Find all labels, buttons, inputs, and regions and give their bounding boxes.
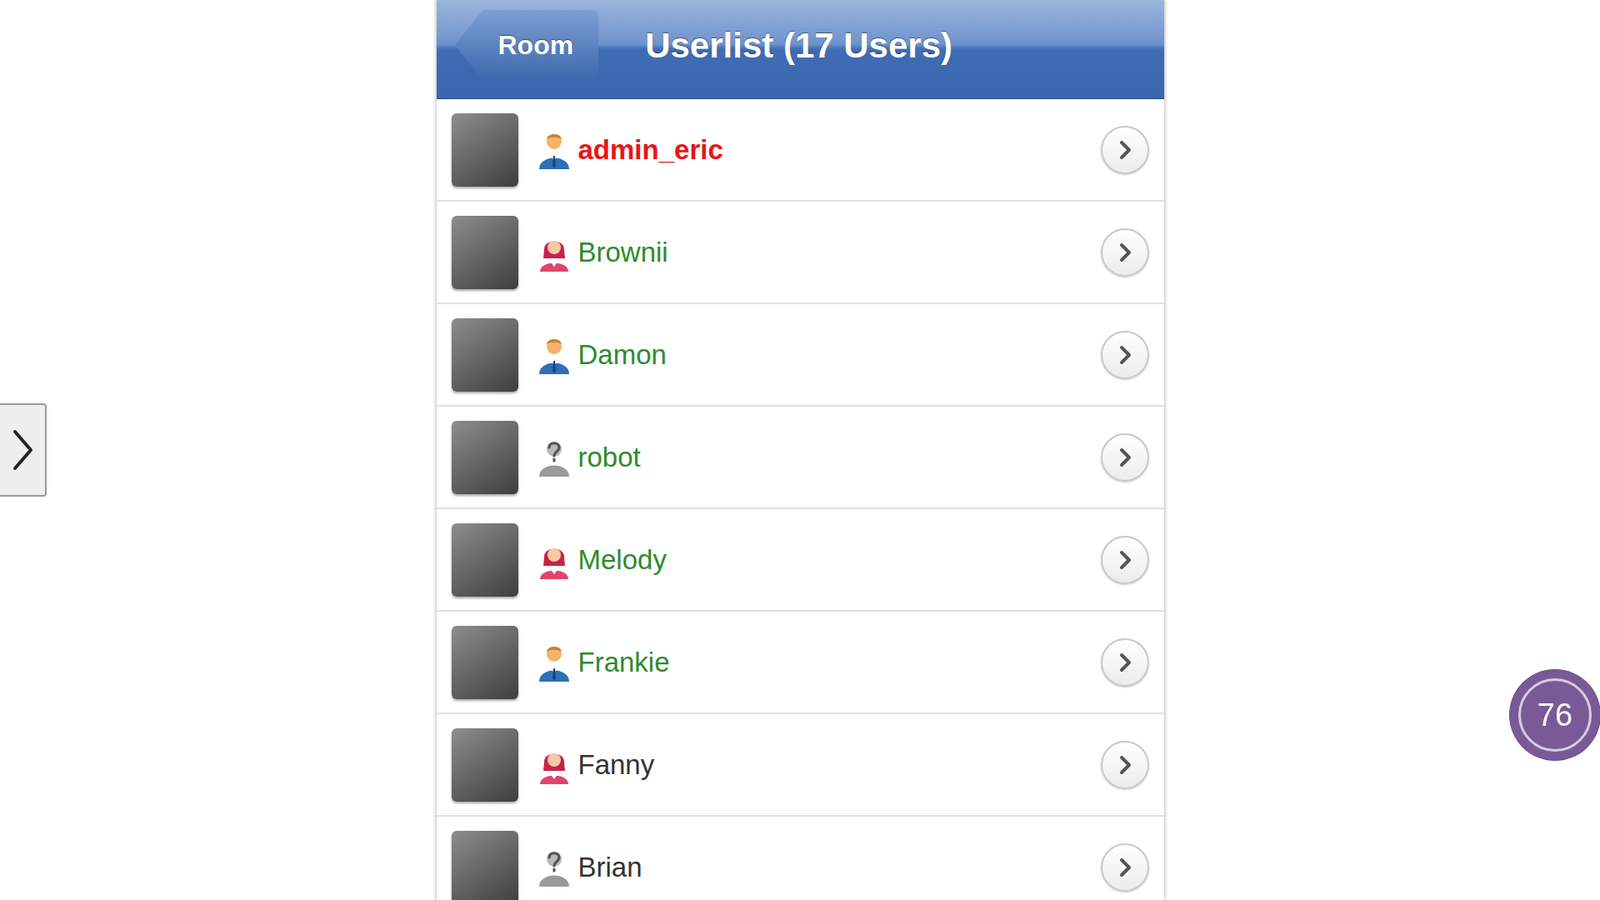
user-name: Fanny <box>578 744 1083 786</box>
user-avatar <box>451 113 519 187</box>
detail-button[interactable] <box>1100 228 1150 277</box>
user-avatar <box>451 523 519 597</box>
female-user-icon <box>536 233 572 272</box>
user-name: admin_eric <box>578 129 1083 171</box>
room-back-button[interactable]: Room <box>455 10 600 80</box>
user-name: Melody <box>578 539 1083 581</box>
detail-button[interactable] <box>1100 843 1150 892</box>
chevron-right-icon <box>1115 445 1135 470</box>
female-user-icon <box>536 540 572 580</box>
unknown-user-icon <box>536 438 572 477</box>
user-name: Brownii <box>578 231 1083 274</box>
user-row[interactable]: Fanny <box>436 714 1165 817</box>
chevron-right-icon <box>1115 753 1135 777</box>
chevron-right-icon <box>1115 138 1135 162</box>
detail-button[interactable] <box>1100 125 1150 175</box>
chevron-right-icon <box>9 426 36 474</box>
side-toggle-button[interactable] <box>0 403 47 497</box>
user-avatar <box>451 215 519 290</box>
male-user-icon <box>536 335 572 375</box>
user-name: Frankie <box>578 641 1083 684</box>
user-list: admin_eric Brownii Damon robot Melody Frankie… <box>436 99 1165 900</box>
detail-button[interactable] <box>1100 740 1150 790</box>
user-row[interactable]: admin_eric <box>436 99 1165 202</box>
user-avatar <box>451 420 519 495</box>
user-row[interactable]: Brian <box>436 816 1165 900</box>
male-user-icon <box>536 130 572 170</box>
user-row[interactable]: Frankie <box>436 611 1165 715</box>
unknown-user-icon <box>536 848 572 887</box>
header-bar: Room Userlist (17 Users) <box>436 0 1165 100</box>
count-badge[interactable]: 76 <box>1510 670 1600 760</box>
user-name: Brian <box>578 846 1083 889</box>
user-name: robot <box>578 436 1083 479</box>
badge-count: 76 <box>1518 678 1592 752</box>
page-title: Userlist (17 Users) <box>645 19 953 72</box>
detail-button[interactable] <box>1100 433 1150 482</box>
female-user-icon <box>536 745 572 785</box>
chevron-right-icon <box>1115 548 1135 572</box>
chevron-right-icon <box>1115 343 1135 367</box>
chevron-right-icon <box>1115 650 1135 675</box>
chevron-right-icon <box>1115 855 1135 880</box>
user-avatar <box>451 625 519 700</box>
chevron-right-icon <box>1115 240 1135 265</box>
user-avatar <box>451 728 519 802</box>
detail-button[interactable] <box>1100 638 1150 687</box>
user-row[interactable]: robot <box>436 406 1165 510</box>
userlist-panel: Room Userlist (17 Users) admin_eric Brownii… <box>436 0 1165 900</box>
user-row[interactable]: Brownii <box>436 201 1165 305</box>
user-avatar <box>451 318 519 392</box>
user-name: Damon <box>578 334 1083 376</box>
user-avatar <box>451 830 519 900</box>
detail-button[interactable] <box>1100 330 1150 380</box>
stage: Room Userlist (17 Users) admin_eric Brownii… <box>0 0 1600 900</box>
user-row[interactable]: Damon <box>436 304 1165 407</box>
detail-button[interactable] <box>1100 535 1150 585</box>
user-row[interactable]: Melody <box>436 509 1165 612</box>
male-user-icon <box>536 643 572 682</box>
